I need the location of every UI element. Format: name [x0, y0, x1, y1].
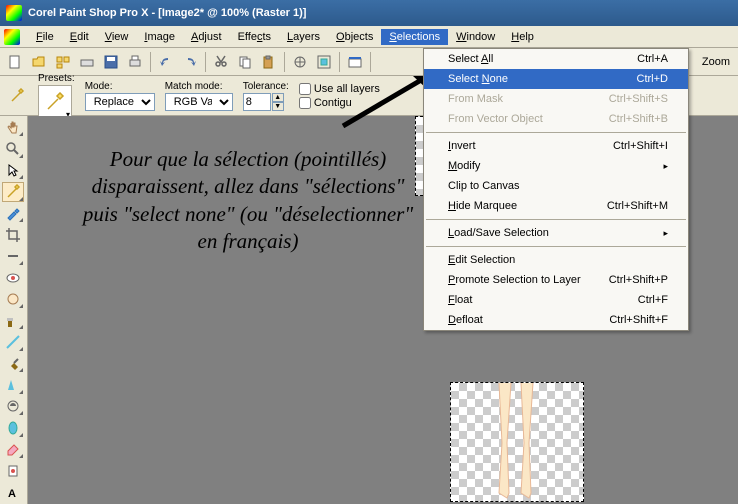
menu-item-load-save-selection[interactable]: Load/Save Selection▸	[424, 223, 688, 243]
makeover-tool[interactable]	[2, 290, 24, 309]
app-logo-icon	[4, 29, 20, 45]
mode-select[interactable]: Replace	[85, 93, 155, 111]
crop-tool[interactable]	[2, 225, 24, 244]
menu-file[interactable]: File	[28, 29, 62, 45]
enhance-button[interactable]	[289, 51, 311, 73]
eraser-tool[interactable]	[2, 440, 24, 459]
text-tool[interactable]: A	[2, 482, 24, 501]
match-mode-group: Match mode: RGB Value	[165, 81, 233, 111]
tool-palette: A	[0, 116, 28, 504]
menu-effects[interactable]: Effects	[230, 29, 279, 45]
undo-button[interactable]	[155, 51, 177, 73]
redeye-tool[interactable]	[2, 268, 24, 287]
menu-item-float[interactable]: FloatCtrl+F	[424, 290, 688, 310]
new-file-button[interactable]	[4, 51, 26, 73]
pan-tool[interactable]	[2, 118, 24, 137]
paste-button[interactable]	[258, 51, 280, 73]
scan-button[interactable]	[76, 51, 98, 73]
app-icon	[6, 5, 22, 21]
menu-view[interactable]: View	[97, 29, 137, 45]
menu-item-from-mask: From MaskCtrl+Shift+S	[424, 89, 688, 109]
picture-tube-tool[interactable]	[2, 461, 24, 480]
warp-tool[interactable]	[2, 418, 24, 437]
menu-adjust[interactable]: Adjust	[183, 29, 230, 45]
tolerance-label: Tolerance:	[243, 81, 289, 92]
menu-help[interactable]: Help	[503, 29, 542, 45]
menu-item-clip-to-canvas[interactable]: Clip to Canvas	[424, 176, 688, 196]
menu-image[interactable]: Image	[136, 29, 183, 45]
tolerance-down-button[interactable]: ▼	[272, 102, 284, 111]
mode-group: Mode: Replace	[85, 81, 155, 111]
menu-layers[interactable]: Layers	[279, 29, 328, 45]
toolbar-separator	[150, 52, 151, 72]
tolerance-up-button[interactable]: ▲	[272, 93, 284, 102]
tolerance-input[interactable]	[243, 93, 271, 111]
zoom-tool[interactable]	[2, 139, 24, 158]
canvas-selection-bottom	[450, 382, 584, 502]
presets-label: Presets:	[38, 73, 75, 84]
menu-item-select-none[interactable]: Select NoneCtrl+D	[424, 69, 688, 89]
menu-separator	[426, 132, 686, 133]
selection-tool[interactable]	[2, 182, 24, 201]
annotation-text: Pour que la sélection (pointillés) dispa…	[78, 146, 418, 255]
save-button[interactable]	[100, 51, 122, 73]
menu-item-modify[interactable]: Modify▸	[424, 156, 688, 176]
zoom-label: Zoom	[698, 56, 734, 68]
menu-objects[interactable]: Objects	[328, 29, 381, 45]
lighten-tool[interactable]	[2, 397, 24, 416]
cut-button[interactable]	[210, 51, 232, 73]
menu-item-defloat[interactable]: DefloatCtrl+Shift+F	[424, 310, 688, 330]
dropper-tool[interactable]	[2, 204, 24, 223]
menu-item-promote-selection-to-layer[interactable]: Promote Selection to LayerCtrl+Shift+P	[424, 270, 688, 290]
menu-item-invert[interactable]: InvertCtrl+Shift+I	[424, 136, 688, 156]
copy-button[interactable]	[234, 51, 256, 73]
presets-group: Presets:	[38, 73, 75, 119]
menu-selections[interactable]: Selections	[381, 29, 448, 45]
menu-item-hide-marquee[interactable]: Hide MarqueeCtrl+Shift+M	[424, 196, 688, 216]
menu-window[interactable]: Window	[448, 29, 503, 45]
wand-preset-icon[interactable]	[6, 85, 28, 107]
resize-button[interactable]	[313, 51, 335, 73]
clone-tool[interactable]	[2, 311, 24, 330]
menu-separator	[426, 246, 686, 247]
mode-label: Mode:	[85, 81, 155, 92]
titlebar: Corel Paint Shop Pro X - [Image2* @ 100%…	[0, 0, 738, 26]
print-button[interactable]	[124, 51, 146, 73]
pick-tool[interactable]	[2, 161, 24, 180]
match-mode-select[interactable]: RGB Value	[165, 93, 233, 111]
menubar: FileEditViewImageAdjustEffectsLayersObje…	[0, 26, 738, 48]
open-file-button[interactable]	[28, 51, 50, 73]
titlebar-text: Corel Paint Shop Pro X - [Image2* @ 100%…	[28, 7, 306, 19]
svg-text:A: A	[8, 488, 16, 500]
paintbrush-tool[interactable]	[2, 354, 24, 373]
menu-separator	[426, 219, 686, 220]
menu-edit[interactable]: Edit	[62, 29, 97, 45]
selections-menu-dropdown: Select AllCtrl+ASelect NoneCtrl+DFrom Ma…	[423, 48, 689, 331]
canvas-image-content	[489, 383, 549, 503]
scratch-tool[interactable]	[2, 332, 24, 351]
toolbar-separator	[284, 52, 285, 72]
menu-item-from-vector-object: From Vector ObjectCtrl+Shift+B	[424, 109, 688, 129]
tolerance-group: Tolerance: ▲ ▼	[243, 81, 289, 111]
match-mode-label: Match mode:	[165, 81, 233, 92]
menu-item-select-all[interactable]: Select AllCtrl+A	[424, 49, 688, 69]
toolbar-separator	[205, 52, 206, 72]
straighten-tool[interactable]	[2, 247, 24, 266]
airbrush-tool[interactable]	[2, 375, 24, 394]
browse-button[interactable]	[52, 51, 74, 73]
menu-item-edit-selection[interactable]: Edit Selection	[424, 250, 688, 270]
presets-dropdown[interactable]	[38, 85, 72, 119]
redo-button[interactable]	[179, 51, 201, 73]
